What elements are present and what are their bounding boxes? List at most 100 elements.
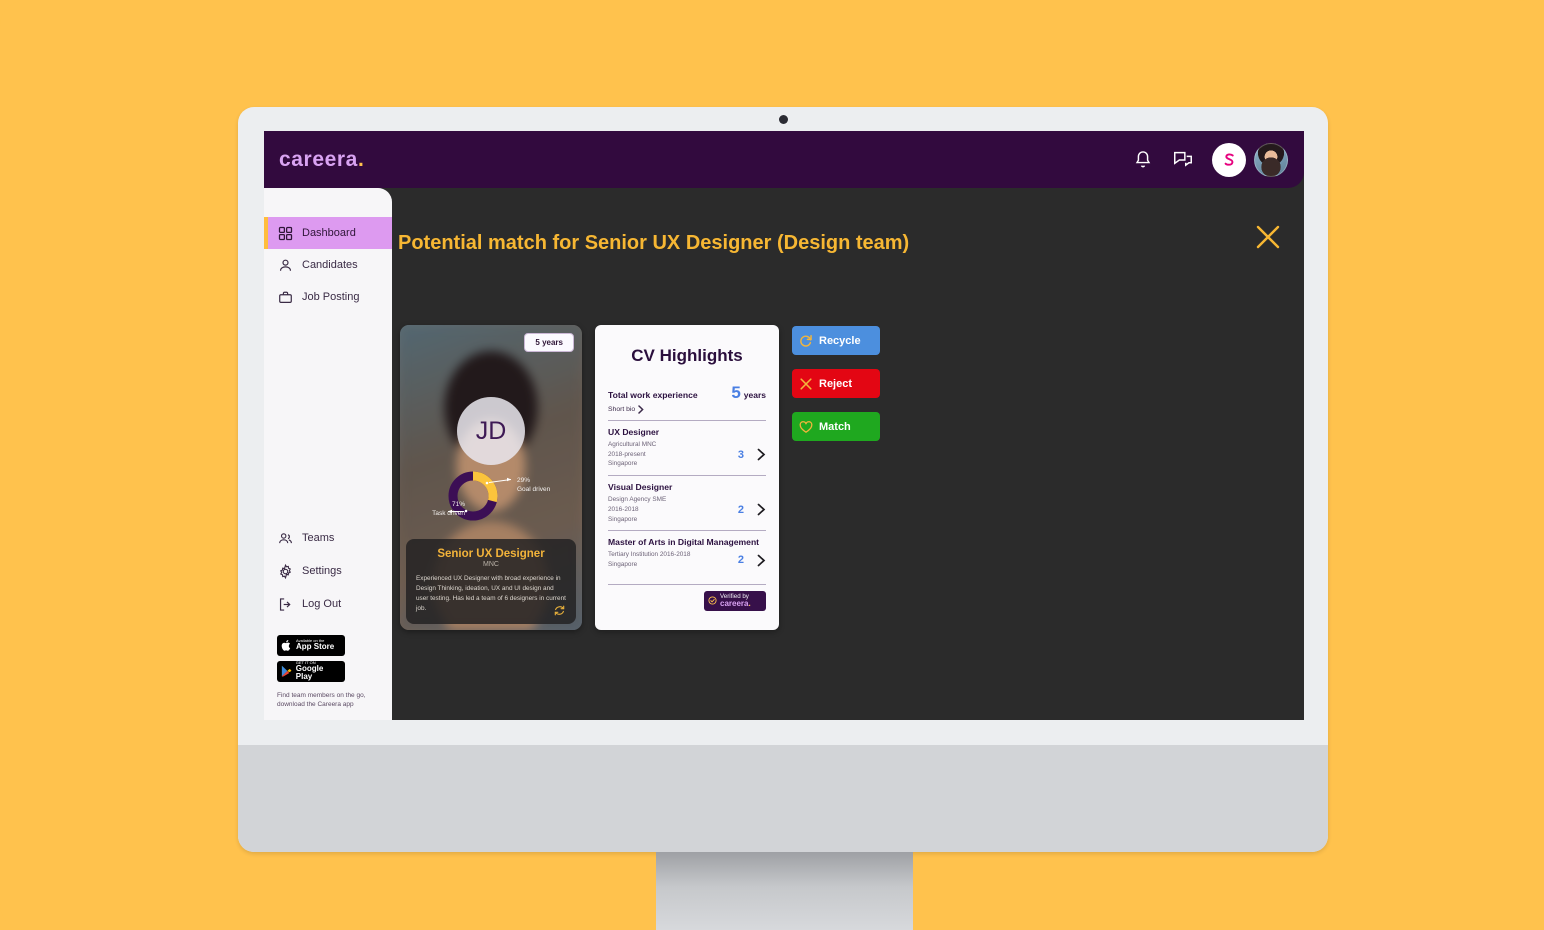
sidebar-primary-nav: Dashboard Candidates Job Posting	[264, 217, 392, 313]
recycle-button[interactable]: Recycle	[792, 326, 880, 355]
grid-icon	[278, 226, 293, 240]
donut-label-goal: 29% Goal driven	[517, 477, 550, 495]
chevron-right-icon[interactable]	[757, 554, 766, 567]
verified-check-icon	[708, 596, 717, 605]
s-logo-icon	[1224, 153, 1234, 166]
page-title: Potential match for Senior UX Designer (…	[398, 232, 910, 254]
briefcase-icon	[279, 291, 292, 303]
google-play-badge[interactable]: GET IT ON Google Play	[277, 660, 345, 682]
match-button[interactable]: Match	[792, 412, 880, 441]
verified-text: Verified by careera.	[720, 593, 751, 608]
refresh-icon[interactable]	[552, 603, 567, 618]
divider	[608, 583, 766, 585]
candidate-initials: JD	[457, 397, 525, 465]
short-bio-link[interactable]: Short bio	[608, 405, 766, 414]
cv-total-value: 5	[731, 383, 741, 402]
cv-row-title: Master of Arts in Digital Management	[608, 537, 760, 548]
cv-row-ux-designer[interactable]: UX Designer Agricultural MNC 2018-presen…	[608, 427, 766, 475]
chevron-right-icon	[638, 405, 644, 414]
bell-icon[interactable]	[1132, 149, 1154, 171]
divider	[608, 475, 766, 477]
monitor-chin	[238, 745, 1328, 852]
logo-dot: .	[357, 147, 365, 171]
main-content: Potential match for Senior UX Designer (…	[392, 188, 1304, 720]
sidebar-secondary-nav: Teams Settings Log Out Available on the …	[264, 522, 392, 721]
logout-icon	[279, 597, 291, 611]
cv-row-value: 3	[737, 448, 744, 461]
app-store-text: Available on the App Store	[296, 638, 335, 652]
match-label: Match	[819, 420, 851, 433]
sidebar-item-label: Log Out	[302, 598, 342, 610]
cv-row-visual-designer[interactable]: Visual Designer Design Agency SME 2016-2…	[608, 482, 766, 530]
sidebar: Dashboard Candidates Job Posting Teams S…	[264, 188, 392, 720]
cv-row-masters[interactable]: Master of Arts in Digital Management Ter…	[608, 537, 766, 575]
short-bio-label: Short bio	[608, 406, 636, 413]
close-icon[interactable]	[1252, 221, 1284, 253]
candidate-bio: Experienced UX Designer with broad exper…	[416, 575, 566, 613]
cv-total-unit: years	[743, 390, 766, 400]
sidebar-item-job-posting[interactable]: Job Posting	[264, 281, 392, 313]
cv-row-subtitle: Tertiary Institution 2016-2018 Singapore	[608, 551, 691, 569]
donut-label-task: 71% Task driven	[423, 501, 465, 519]
user-avatar[interactable]	[1254, 142, 1288, 177]
heart-icon	[799, 420, 813, 433]
cv-total-value-group: 5 years	[731, 384, 766, 403]
candidate-info-panel: Senior UX Designer MNC Experienced UX De…	[406, 539, 576, 624]
recycle-label: Recycle	[819, 334, 861, 347]
donut-value-goal: 29%	[517, 477, 531, 484]
donut-category-goal: Goal driven	[517, 485, 551, 493]
header-actions	[1132, 142, 1288, 177]
cv-row-title: UX Designer	[608, 427, 660, 437]
candidate-company: MNC	[483, 561, 499, 569]
sidebar-item-settings[interactable]: Settings	[264, 555, 392, 588]
sidebar-item-label: Settings	[302, 565, 342, 577]
chevron-right-icon[interactable]	[757, 448, 766, 461]
careera-logo[interactable]: careera.	[279, 148, 364, 172]
sidebar-item-label: Job Posting	[302, 291, 360, 303]
brand-mark-circle[interactable]	[1212, 142, 1246, 177]
monitor-stand	[656, 852, 913, 930]
app-store-badge[interactable]: Available on the App Store	[277, 634, 345, 656]
divider	[608, 530, 766, 532]
verified-line2: careera.	[720, 599, 751, 608]
sidebar-item-candidates[interactable]: Candidates	[264, 249, 392, 281]
webcam-dot	[779, 115, 788, 124]
x-icon	[800, 377, 812, 390]
person-icon	[279, 259, 292, 271]
google-play-icon	[281, 665, 292, 677]
gear-icon	[279, 563, 292, 579]
sidebar-item-teams[interactable]: Teams	[264, 522, 392, 555]
sidebar-item-label: Candidates	[302, 259, 358, 271]
sidebar-item-label: Dashboard	[302, 227, 356, 239]
reject-label: Reject	[819, 377, 853, 390]
work-style-donut-chart: 29% Goal driven 71% Task driven	[421, 465, 561, 527]
sidebar-item-dashboard[interactable]: Dashboard	[264, 217, 392, 249]
cv-row-value: 2	[737, 554, 744, 567]
chat-icon[interactable]	[1172, 149, 1194, 171]
cv-row-subtitle: Agricultural MNC 2018-present Singapore	[608, 441, 657, 468]
donut-value-task: 71%	[451, 501, 465, 508]
logo-text: careera	[279, 147, 358, 171]
cv-title: CV Highlights	[631, 346, 743, 365]
people-icon	[279, 532, 292, 543]
cv-row-subtitle: Design Agency SME 2016-2018 Singapore	[608, 496, 667, 523]
verified-by-careera-badge: Verified by careera.	[704, 590, 766, 611]
candidate-role: Senior UX Designer	[437, 548, 545, 561]
cv-highlights-card: CV Highlights Total work experience 5 yea…	[595, 325, 779, 630]
divider	[608, 420, 766, 421]
candidate-card[interactable]: 5 years JD 29% Goal driven 71% Task driv…	[400, 325, 582, 630]
recycle-icon	[800, 334, 812, 347]
years-badge: 5 years	[524, 333, 574, 352]
sidebar-item-logout[interactable]: Log Out	[264, 588, 392, 621]
store-badges: Available on the App Store GET IT ON Goo…	[277, 634, 392, 682]
app-screen: careera. Dashboard Candidates Job Postin…	[264, 131, 1304, 720]
cv-row-title: Visual Designer	[608, 482, 673, 493]
reject-button[interactable]: Reject	[792, 369, 880, 398]
google-play-main: Google Play	[295, 663, 324, 682]
donut-category-task: Task driven	[432, 509, 465, 517]
sidebar-item-label: Teams	[302, 532, 335, 544]
apple-icon	[281, 639, 291, 651]
app-header: careera.	[264, 131, 1304, 188]
app-store-main: App Store	[296, 641, 335, 651]
chevron-right-icon[interactable]	[757, 503, 766, 516]
